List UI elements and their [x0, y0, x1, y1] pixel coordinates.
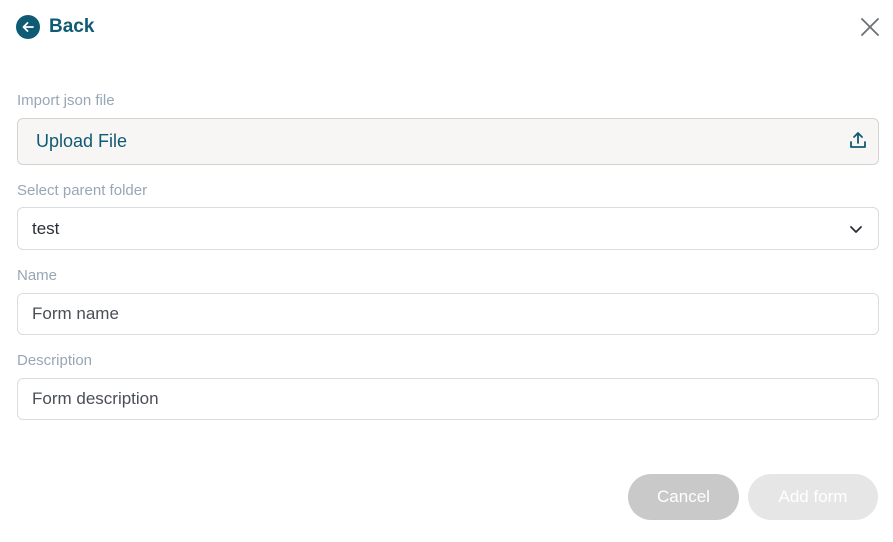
parent-folder-value: test — [32, 218, 60, 238]
close-icon — [861, 18, 879, 36]
upload-icon — [850, 132, 866, 148]
back-label: Back — [49, 16, 95, 37]
arrow-left-circle-icon — [16, 15, 40, 39]
back-button[interactable]: Back — [16, 14, 94, 40]
description-label: Description — [17, 352, 93, 369]
name-field-container — [17, 293, 879, 335]
add-form-button[interactable]: Add form — [748, 474, 878, 520]
add-form-dialog: Back Import json file Upload File Select… — [0, 0, 893, 542]
import-json-label: Import json file — [17, 92, 115, 109]
chevron-down-icon — [850, 226, 862, 233]
parent-folder-select[interactable]: test — [17, 207, 879, 250]
description-input[interactable] — [18, 379, 878, 419]
dialog-header: Back — [16, 14, 881, 42]
description-field-container — [17, 378, 879, 420]
close-button[interactable] — [859, 16, 881, 38]
upload-file-button[interactable]: Upload File — [17, 118, 879, 165]
parent-folder-label: Select parent folder — [17, 182, 148, 199]
name-input[interactable] — [18, 294, 878, 334]
name-label: Name — [17, 267, 58, 284]
upload-file-text: Upload File — [36, 131, 128, 151]
cancel-button[interactable]: Cancel — [628, 474, 739, 520]
